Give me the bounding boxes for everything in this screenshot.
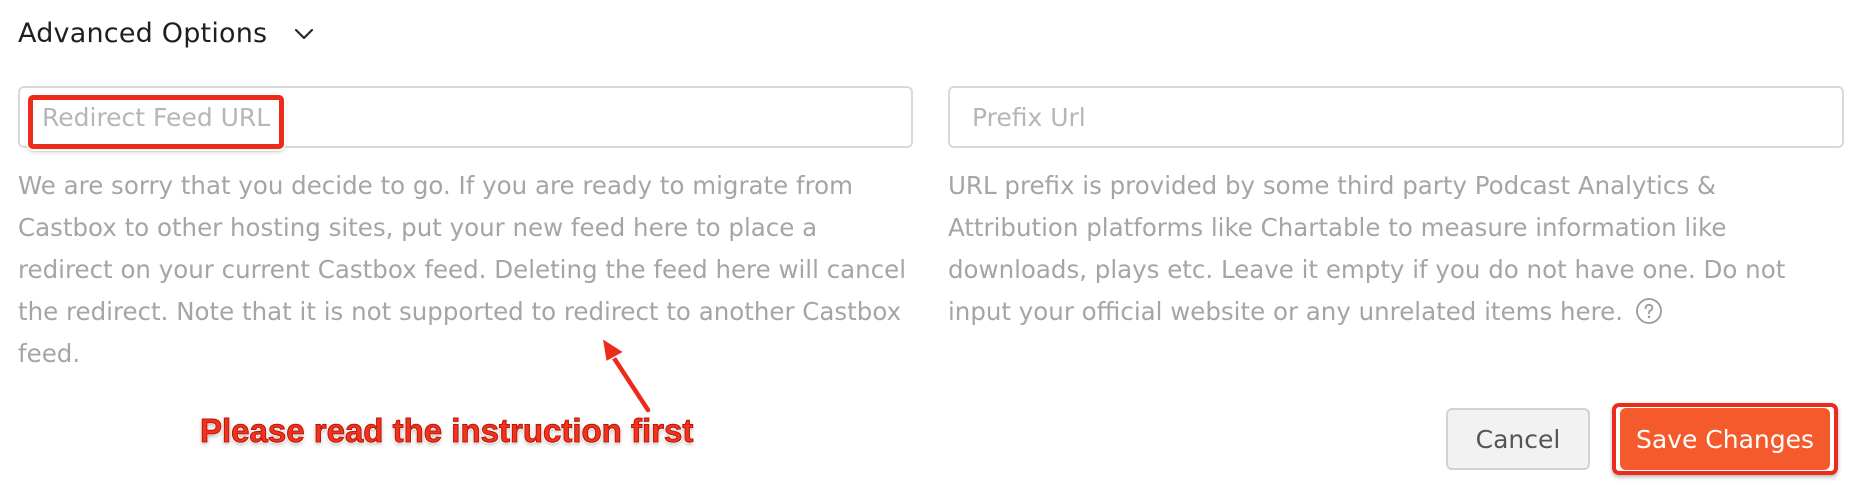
annotation-text: Please read the instruction first [199, 412, 694, 450]
prefix-url-help: URL prefix is provided by some third par… [948, 165, 1844, 333]
save-changes-button[interactable]: Save Changes [1620, 408, 1830, 470]
advanced-options-toggle[interactable]: Advanced Options [18, 18, 315, 49]
prefix-url-field [948, 86, 1844, 148]
prefix-url-section: URL prefix is provided by some third par… [948, 86, 1844, 333]
redirect-feed-help-text: We are sorry that you decide to go. If y… [18, 171, 907, 368]
redirect-feed-section: We are sorry that you decide to go. If y… [18, 86, 913, 375]
redirect-feed-field [18, 86, 913, 149]
question-circle-icon[interactable] [1635, 296, 1663, 324]
prefix-url-input[interactable] [950, 88, 1842, 146]
cancel-button[interactable]: Cancel [1446, 408, 1590, 470]
chevron-down-icon [293, 23, 315, 45]
redirect-feed-input[interactable] [20, 88, 911, 146]
advanced-options-title: Advanced Options [18, 18, 268, 49]
